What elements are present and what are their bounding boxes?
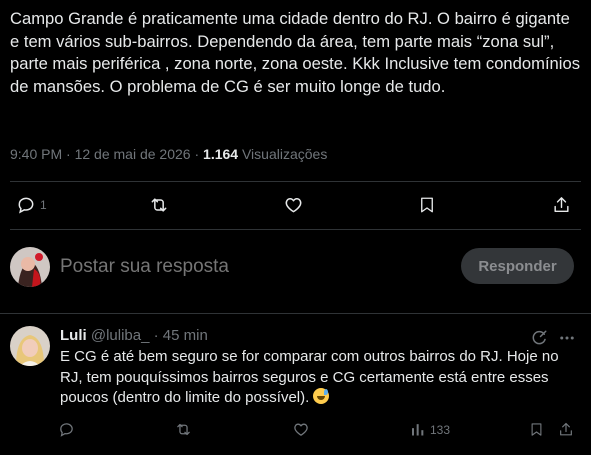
more-icon bbox=[560, 336, 574, 340]
current-user-avatar[interactable] bbox=[10, 247, 50, 287]
reply-repost-button[interactable] bbox=[174, 421, 193, 438]
post-text: Campo Grande é praticamente uma cidade d… bbox=[10, 9, 580, 96]
meta-separator: · bbox=[194, 146, 204, 162]
reply-age[interactable]: 45 min bbox=[163, 327, 208, 344]
reply-views-button[interactable]: 133 bbox=[410, 421, 450, 438]
reply-input[interactable] bbox=[60, 254, 440, 280]
divider bbox=[10, 181, 581, 182]
reply-share-button[interactable] bbox=[558, 421, 574, 438]
reply-like-button[interactable] bbox=[292, 421, 310, 438]
reply-bookmark-button[interactable] bbox=[529, 421, 544, 438]
meta-separator: · bbox=[66, 146, 75, 162]
reply-avatar[interactable] bbox=[10, 326, 50, 366]
avatar-image bbox=[10, 247, 50, 287]
like-icon bbox=[285, 198, 302, 213]
reply-reply-button[interactable] bbox=[58, 421, 75, 438]
reply-header: Luli @luliba_ · 45 min bbox=[60, 327, 208, 344]
reply-author-handle[interactable]: @luliba_ bbox=[91, 327, 150, 344]
grok-icon bbox=[532, 330, 547, 345]
repost-icon bbox=[177, 423, 190, 436]
more-button[interactable] bbox=[558, 329, 576, 347]
reply-views-count: 133 bbox=[430, 422, 451, 437]
reply-button[interactable]: 1 bbox=[16, 195, 47, 215]
views-icon bbox=[412, 424, 424, 436]
post-meta: 9:40 PM · 12 de mai de 2026 · 1.164 Visu… bbox=[10, 146, 327, 162]
reply-submit-button[interactable]: Responder bbox=[461, 248, 574, 284]
share-button[interactable] bbox=[552, 195, 571, 215]
divider bbox=[10, 229, 581, 230]
like-icon bbox=[294, 423, 308, 436]
bookmark-button[interactable] bbox=[418, 195, 436, 215]
reply-text: E CG é até bem seguro se for comparar co… bbox=[60, 347, 580, 409]
reply-icon bbox=[60, 423, 73, 437]
post-date[interactable]: 12 de mai de 2026 bbox=[75, 146, 191, 162]
avatar-image bbox=[10, 326, 50, 366]
reply-text-content: E CG é até bem seguro se for comparar co… bbox=[60, 348, 559, 406]
meta-separator: · bbox=[153, 327, 163, 344]
reply-icon bbox=[18, 197, 34, 214]
views-label: Visualizações bbox=[241, 146, 328, 162]
sweat-smile-emoji-icon bbox=[313, 388, 330, 404]
like-button[interactable] bbox=[283, 195, 304, 215]
views-count: 1.164 bbox=[203, 146, 239, 162]
reply-author-name[interactable]: Luli bbox=[60, 327, 87, 344]
repost-button[interactable] bbox=[148, 195, 170, 215]
bookmark-icon bbox=[531, 423, 542, 436]
post-time[interactable]: 9:40 PM bbox=[10, 146, 62, 162]
reply-count: 1 bbox=[40, 198, 47, 212]
repost-icon bbox=[151, 198, 167, 212]
bookmark-icon bbox=[421, 197, 433, 213]
share-icon bbox=[554, 197, 569, 213]
divider bbox=[0, 313, 591, 314]
share-icon bbox=[560, 422, 572, 436]
grok-button[interactable] bbox=[530, 329, 548, 347]
